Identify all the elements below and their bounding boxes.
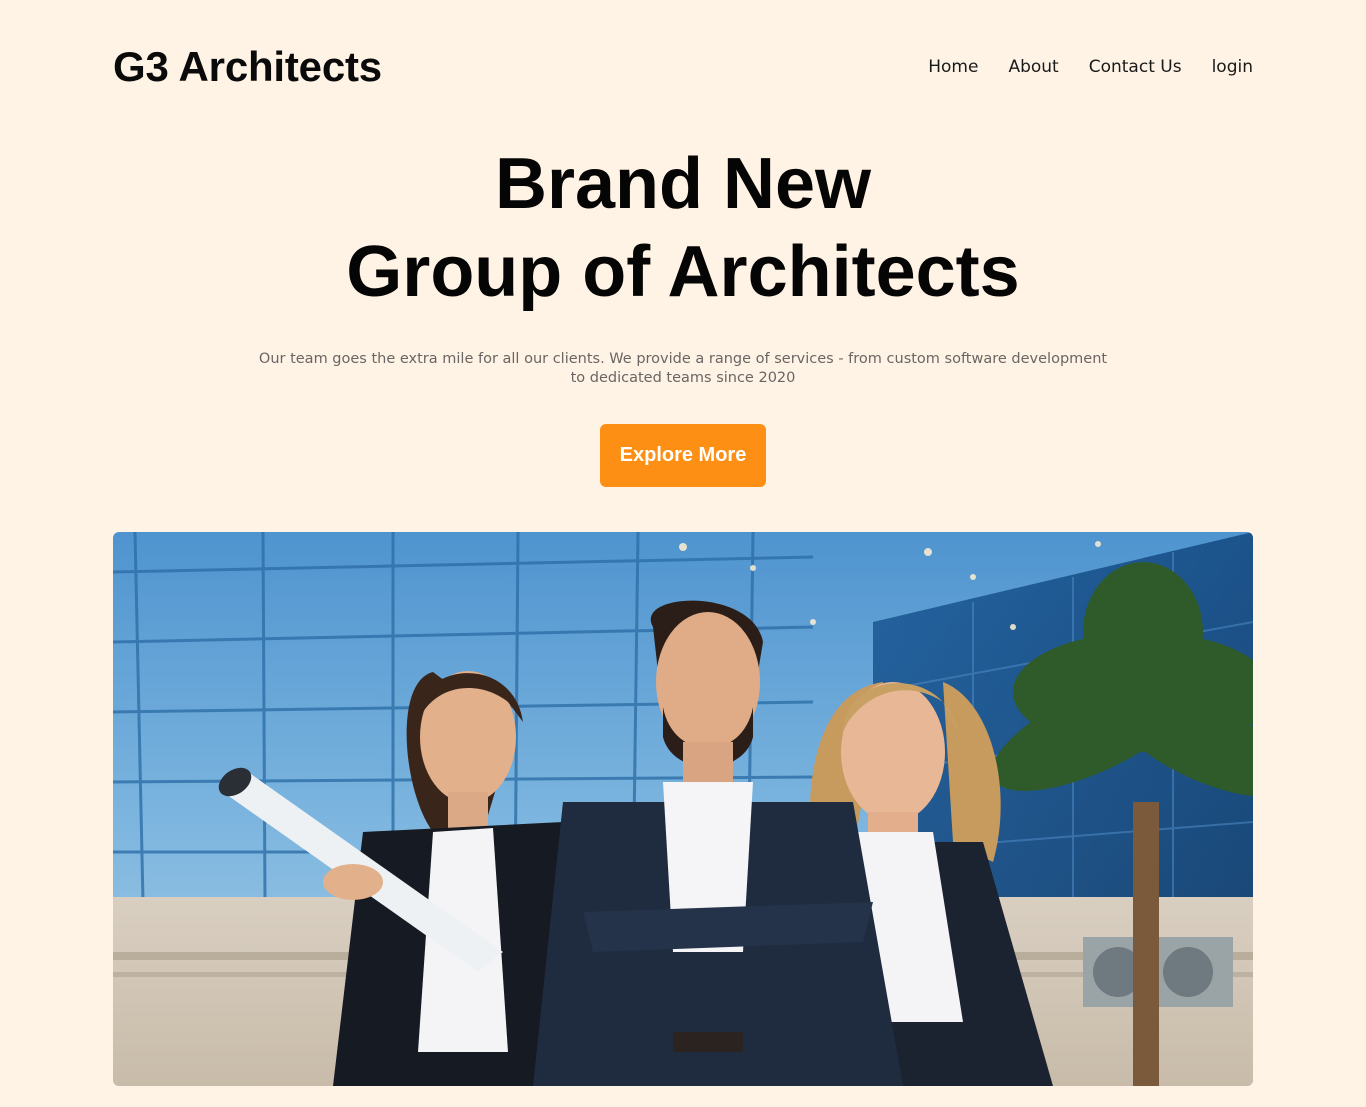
nav-login[interactable]: login — [1212, 57, 1253, 77]
hero-subtitle: Our team goes the extra mile for all our… — [258, 351, 1108, 386]
brand-logo[interactable]: G3 Architects — [113, 43, 382, 91]
main-nav: Home About Contact Us login — [928, 57, 1253, 77]
hero-title-line-2: Group of Architects — [346, 232, 1020, 312]
explore-more-button[interactable]: Explore More — [600, 424, 766, 487]
hero-image — [113, 532, 1253, 1086]
nav-about[interactable]: About — [1008, 57, 1058, 77]
nav-contact-us[interactable]: Contact Us — [1089, 57, 1182, 77]
navbar: G3 Architects Home About Contact Us logi… — [113, 40, 1253, 94]
hero-image-illustration — [113, 532, 1253, 1086]
hero-title: Brand New Group of Architects — [0, 140, 1366, 316]
nav-home[interactable]: Home — [928, 57, 978, 77]
hero-title-line-1: Brand New — [494, 144, 872, 224]
